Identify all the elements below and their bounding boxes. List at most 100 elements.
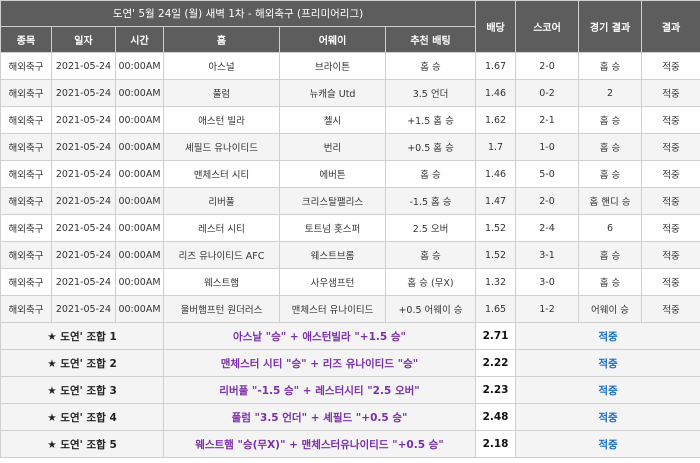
table-row: 해외축구 2021-05-24 00:00AM 웨스트햄 사우샘프턴 홈 승 (… xyxy=(0,268,700,296)
table-row: 해외축구 2021-05-24 00:00AM 애스턴 빌라 첼시 +1.5 홈… xyxy=(0,106,700,134)
cell-score: 0-2 xyxy=(515,79,580,107)
cell-odds: 1.52 xyxy=(475,241,517,269)
cell-match-result: 홈 승 xyxy=(578,241,643,269)
cell-match-result: 홈 승 xyxy=(578,160,643,188)
cell-match-result: 어웨이 승 xyxy=(578,295,643,323)
cell-date: 2021-05-24 xyxy=(51,214,116,242)
col-header-score: 스코어 xyxy=(515,0,580,53)
combo-row: ★ 도연' 조합 5 웨스트햄 "승(무X)" + 맨체스터유나이티드 "+0.… xyxy=(0,430,700,458)
combo-odds: 2.48 xyxy=(475,403,517,431)
cell-away: 크리스탈팰리스 xyxy=(279,187,386,215)
table-title: 도연' 5월 24일 (월) 새벽 1차 - 해외축구 (프리미어리그) xyxy=(0,0,477,27)
cell-result: 적중 xyxy=(641,214,700,242)
col-header-time: 시간 xyxy=(115,26,164,53)
table-row: 해외축구 2021-05-24 00:00AM 풀럼 뉴캐슬 Utd 3.5 언… xyxy=(0,79,700,107)
cell-pick: 2.5 오버 xyxy=(384,214,477,242)
cell-away: 맨체스터 유나이티드 xyxy=(279,295,386,323)
cell-time: 00:00AM xyxy=(115,241,164,269)
cell-result: 적중 xyxy=(641,241,700,269)
cell-score: 1-2 xyxy=(515,295,580,323)
table-row: 해외축구 2021-05-24 00:00AM 리즈 유나이티드 AFC 웨스트… xyxy=(0,241,700,269)
cell-home: 울버햄프턴 원더러스 xyxy=(163,295,280,323)
cell-away: 브라이튼 xyxy=(279,52,386,80)
combo-odds: 2.23 xyxy=(475,376,517,404)
combo-label: ★ 도연' 조합 1 xyxy=(0,322,164,350)
col-header-match-result: 경기 결과 xyxy=(578,0,643,53)
table-row: 해외축구 2021-05-24 00:00AM 울버햄프턴 원더러스 맨체스터 … xyxy=(0,295,700,323)
cell-odds: 1.67 xyxy=(475,52,517,80)
cell-sport: 해외축구 xyxy=(0,187,52,215)
combo-description: 웨스트햄 "승(무X)" + 맨체스터유나이티드 "+0.5 승" xyxy=(162,430,477,458)
table-row: 해외축구 2021-05-24 00:00AM 레스터 시티 토트넘 홋스퍼 2… xyxy=(0,214,700,242)
cell-date: 2021-05-24 xyxy=(51,52,116,80)
cell-score: 3-1 xyxy=(515,241,580,269)
col-header-pick: 추천 배팅 xyxy=(384,26,477,53)
cell-odds: 1.65 xyxy=(475,295,517,323)
combo-odds: 2.22 xyxy=(475,349,517,377)
cell-match-result: 홈 승 xyxy=(578,268,643,296)
cell-time: 00:00AM xyxy=(115,106,164,134)
cell-match-result: 홈 승 xyxy=(578,133,643,161)
combo-label: ★ 도연' 조합 3 xyxy=(0,376,164,404)
combo-label: ★ 도연' 조합 4 xyxy=(0,403,164,431)
table-row: 해외축구 2021-05-24 00:00AM 아스널 브라이튼 홈 승 1.6… xyxy=(0,52,700,80)
combo-odds: 2.71 xyxy=(475,322,517,350)
combo-description: 풀럼 "3.5 언더" + 셰필드 "+0.5 승" xyxy=(162,403,477,431)
combo-result: 적중 xyxy=(515,322,700,350)
cell-away: 웨스트브롬 xyxy=(279,241,386,269)
cell-time: 00:00AM xyxy=(115,160,164,188)
cell-home: 리버풀 xyxy=(163,187,280,215)
cell-home: 리즈 유나이티드 AFC xyxy=(163,241,280,269)
cell-sport: 해외축구 xyxy=(0,160,52,188)
col-header-home: 홈 xyxy=(163,26,280,53)
cell-home: 아스널 xyxy=(163,52,280,80)
cell-time: 00:00AM xyxy=(115,268,164,296)
combo-label: ★ 도연' 조합 5 xyxy=(0,430,164,458)
cell-pick: +0.5 어웨이 승 xyxy=(384,295,477,323)
cell-result: 적중 xyxy=(641,133,700,161)
cell-date: 2021-05-24 xyxy=(51,268,116,296)
cell-odds: 1.7 xyxy=(475,133,517,161)
combo-row: ★ 도연' 조합 4 풀럼 "3.5 언더" + 셰필드 "+0.5 승" 2.… xyxy=(0,403,700,431)
combo-row: ★ 도연' 조합 2 맨체스터 시티 "승" + 리즈 유나이티드 "승" 2.… xyxy=(0,349,700,377)
combo-row: ★ 도연' 조합 1 아스날 "승" + 애스턴빌라 "+1.5 승" 2.71… xyxy=(0,322,700,350)
cell-odds: 1.46 xyxy=(475,160,517,188)
cell-score: 2-0 xyxy=(515,52,580,80)
cell-date: 2021-05-24 xyxy=(51,106,116,134)
cell-result: 적중 xyxy=(641,160,700,188)
cell-sport: 해외축구 xyxy=(0,106,52,134)
cell-odds: 1.32 xyxy=(475,268,517,296)
cell-date: 2021-05-24 xyxy=(51,79,116,107)
cell-score: 2-0 xyxy=(515,187,580,215)
combo-description: 리버풀 "-1.5 승" + 레스터시티 "2.5 오버" xyxy=(162,376,477,404)
cell-date: 2021-05-24 xyxy=(51,160,116,188)
cell-pick: +1.5 홈 승 xyxy=(384,106,477,134)
cell-match-result: 홈 승 xyxy=(578,106,643,134)
cell-sport: 해외축구 xyxy=(0,79,52,107)
combo-odds: 2.18 xyxy=(475,430,517,458)
combo-description: 아스날 "승" + 애스턴빌라 "+1.5 승" xyxy=(162,322,477,350)
combo-result: 적중 xyxy=(515,403,700,431)
table-row: 해외축구 2021-05-24 00:00AM 맨체스터 시티 에버튼 홈 승 … xyxy=(0,160,700,188)
cell-home: 셰필드 유나이티드 xyxy=(163,133,280,161)
cell-date: 2021-05-24 xyxy=(51,295,116,323)
combo-label: ★ 도연' 조합 2 xyxy=(0,349,164,377)
cell-result: 적중 xyxy=(641,52,700,80)
cell-sport: 해외축구 xyxy=(0,241,52,269)
cell-time: 00:00AM xyxy=(115,214,164,242)
cell-home: 애스턴 빌라 xyxy=(163,106,280,134)
cell-score: 2-4 xyxy=(515,214,580,242)
cell-sport: 해외축구 xyxy=(0,268,52,296)
cell-pick: +0.5 홈 승 xyxy=(384,133,477,161)
cell-result: 적중 xyxy=(641,79,700,107)
cell-pick: 홈 승 xyxy=(384,52,477,80)
cell-away: 사우샘프턴 xyxy=(279,268,386,296)
cell-result: 적중 xyxy=(641,268,700,296)
cell-home: 웨스트햄 xyxy=(163,268,280,296)
cell-away: 번리 xyxy=(279,133,386,161)
cell-match-result: 홈 승 xyxy=(578,52,643,80)
cell-date: 2021-05-24 xyxy=(51,187,116,215)
cell-score: 1-0 xyxy=(515,133,580,161)
cell-odds: 1.62 xyxy=(475,106,517,134)
table-row: 해외축구 2021-05-24 00:00AM 리버풀 크리스탈팰리스 -1.5… xyxy=(0,187,700,215)
